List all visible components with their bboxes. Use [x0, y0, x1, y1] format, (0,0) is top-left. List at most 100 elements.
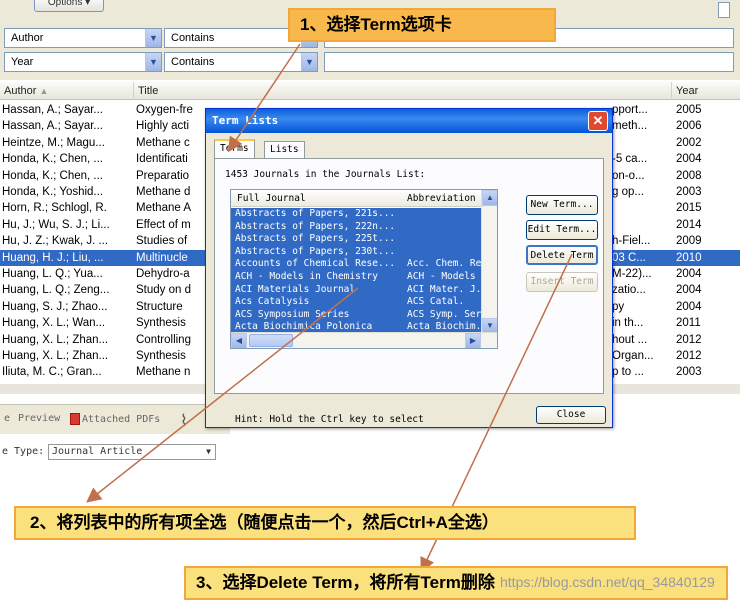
year-cell: 2012	[676, 333, 702, 346]
list-item[interactable]: Abstracts of Papers, 230t...	[231, 245, 481, 259]
full-journal-cell: Acs Catalysis	[235, 296, 310, 308]
author-cell: Heintze, M.; Magu...	[2, 136, 105, 149]
close-button[interactable]: Close	[536, 406, 606, 424]
author-cell: Honda, K.; Chen, ...	[2, 153, 104, 166]
author-cell: Huang, X. L.; Wan...	[2, 317, 106, 330]
journal-count: 1453 Journals in the Journals List:	[225, 169, 426, 180]
column-author-label: Author	[4, 85, 37, 97]
year-cell: 2004	[676, 153, 702, 166]
year-cell: 2008	[676, 169, 702, 182]
list-item[interactable]: ACI Materials Journal ACI Mater. J.	[231, 283, 481, 297]
chevron-down-icon[interactable]: ▼	[206, 445, 211, 459]
full-journal-cell: ACS Symposium Series	[235, 308, 350, 320]
column-author[interactable]: Author ▲	[0, 82, 134, 100]
author-cell: Huang, L. Q.; Zeng...	[2, 284, 110, 297]
author-cell: Hassan, A.; Sayar...	[2, 104, 103, 116]
bottom-tabs: e Preview Attached PDFs ⌇	[0, 404, 230, 434]
tab-fragment[interactable]: e	[4, 413, 10, 424]
year-cell: 2012	[676, 350, 702, 362]
abbreviation-cell: ACH - Models	[407, 271, 476, 282]
title-tail-cell: hout ...	[612, 333, 648, 346]
title-tail-cell: zatio...	[612, 284, 646, 297]
list-item[interactable]: Acs Catalysis ACS Catal.	[231, 296, 481, 309]
author-cell: Hu, J.; Wu, S. J.; Li...	[2, 218, 110, 231]
title-tail-cell: Organ...	[612, 350, 654, 362]
author-cell: Honda, K.; Chen, ...	[2, 169, 104, 182]
list-item[interactable]: ACH - Models in Chemistry ACH - Models	[231, 271, 481, 284]
scroll-left-icon[interactable]: ◀	[231, 333, 247, 348]
author-cell: Huang, H. J.; Liu, ...	[2, 251, 104, 264]
list-item[interactable]: Abstracts of Papers, 222n...	[231, 220, 481, 234]
scroll-right-icon[interactable]: ▶	[465, 333, 481, 348]
year-cell: 2015	[676, 202, 702, 215]
author-cell: Iliuta, M. C.; Gran...	[2, 366, 102, 379]
year-cell: 2004	[676, 300, 702, 313]
chevron-down-icon[interactable]: ▼	[301, 53, 317, 71]
author-cell: Honda, K.; Yoshid...	[2, 186, 104, 198]
journal-list[interactable]: Full Journal Abbreviation Abstracts of P…	[230, 189, 498, 349]
title-tail-cell: p to ...	[612, 366, 644, 379]
tab-attached-pdfs[interactable]: Attached PDFs	[70, 413, 160, 425]
watermark: https://blog.csdn.net/qq_34840129	[500, 574, 715, 590]
author-cell: Horn, R.; Schlogl, R.	[2, 202, 107, 215]
horizontal-scrollbar[interactable]: ◀ ▶	[231, 332, 497, 348]
year-cell: 2005	[676, 104, 702, 116]
column-year[interactable]: Year	[672, 82, 740, 100]
tab-attached-pdfs-label: Attached PDFs	[82, 414, 161, 425]
paperclip-icon[interactable]: ⌇	[180, 411, 188, 431]
new-term-button[interactable]: New Term...	[526, 195, 598, 215]
title-tail-cell: -5 ca...	[612, 153, 648, 166]
terms-panel: 1453 Journals in the Journals List: Full…	[214, 158, 604, 425]
options-button[interactable]: Options ▾	[34, 0, 104, 12]
chevron-down-icon[interactable]: ▼	[145, 29, 161, 47]
search-field-value: Author	[11, 32, 44, 44]
search-row-2: Year ▼ Contains ▼	[0, 52, 740, 74]
search-field-select[interactable]: Year ▼	[4, 52, 162, 72]
title-tail-cell: M-22)...	[612, 268, 652, 280]
top-right-control[interactable]	[718, 2, 730, 18]
delete-term-button[interactable]: Delete Term	[526, 245, 598, 265]
column-full-journal[interactable]: Full Journal	[237, 190, 306, 207]
chevron-down-icon[interactable]: ▼	[145, 53, 161, 71]
vertical-scrollbar[interactable]: ▲ ▼	[481, 190, 497, 334]
year-cell: 2011	[676, 317, 701, 330]
title-tail-cell: h-Fiel...	[612, 235, 651, 248]
year-cell: 2003	[676, 366, 702, 379]
reference-type-label: e Type:	[2, 446, 45, 457]
dialog-title: Term Lists	[206, 109, 612, 133]
reference-type-select[interactable]: Journal Article ▼	[48, 444, 216, 460]
scroll-up-icon[interactable]: ▲	[482, 190, 497, 206]
full-journal-cell: Accounts of Chemical Rese...	[235, 258, 396, 270]
full-journal-cell: Abstracts of Papers, 225t...	[235, 233, 396, 245]
search-value-input[interactable]	[324, 52, 734, 72]
list-item[interactable]: Abstracts of Papers, 221s...	[231, 208, 481, 221]
tab-terms[interactable]: Terms	[214, 139, 255, 160]
reference-type-value: Journal Article	[52, 446, 143, 457]
column-abbreviation[interactable]: Abbreviation	[407, 190, 476, 207]
scroll-thumb[interactable]	[249, 334, 293, 347]
search-condition-value: Contains	[171, 56, 215, 68]
insert-term-button[interactable]: Insert Term	[526, 272, 598, 292]
list-item[interactable]: Abstracts of Papers, 225t...	[231, 233, 481, 246]
author-cell: Huang, S. J.; Zhao...	[2, 300, 108, 313]
column-title[interactable]: Title	[134, 82, 672, 100]
close-icon[interactable]: ✕	[588, 111, 608, 131]
annotation-step2: 2、将列表中的所有项全选（随便点击一个，然后Ctrl+A全选）	[14, 506, 636, 540]
year-cell: 2014	[676, 218, 702, 231]
list-item[interactable]: ACS Symposium Series ACS Symp. Ser	[231, 308, 481, 322]
search-field-select[interactable]: Author ▼	[4, 28, 162, 48]
title-tail-cell: 03 C...	[612, 251, 646, 264]
year-cell: 2006	[676, 120, 702, 133]
title-tail-cell: g op...	[612, 186, 644, 198]
search-condition-select[interactable]: Contains ▼	[164, 52, 318, 72]
sort-ascending-icon: ▲	[39, 86, 49, 96]
tab-preview[interactable]: Preview	[18, 413, 60, 424]
tab-lists[interactable]: Lists	[264, 141, 305, 159]
annotation-step1: 1、选择Term选项卡	[288, 8, 556, 42]
author-cell: Huang, X. L.; Zhan...	[2, 333, 109, 346]
edit-term-button[interactable]: Edit Term...	[526, 220, 598, 240]
list-item[interactable]: Accounts of Chemical Rese... Acc. Chem. R…	[231, 258, 481, 271]
abbreviation-cell: ACS Catal.	[407, 296, 465, 308]
author-cell: Huang, L. Q.; Yua...	[2, 268, 103, 280]
full-journal-cell: Abstracts of Papers, 221s...	[235, 208, 396, 219]
